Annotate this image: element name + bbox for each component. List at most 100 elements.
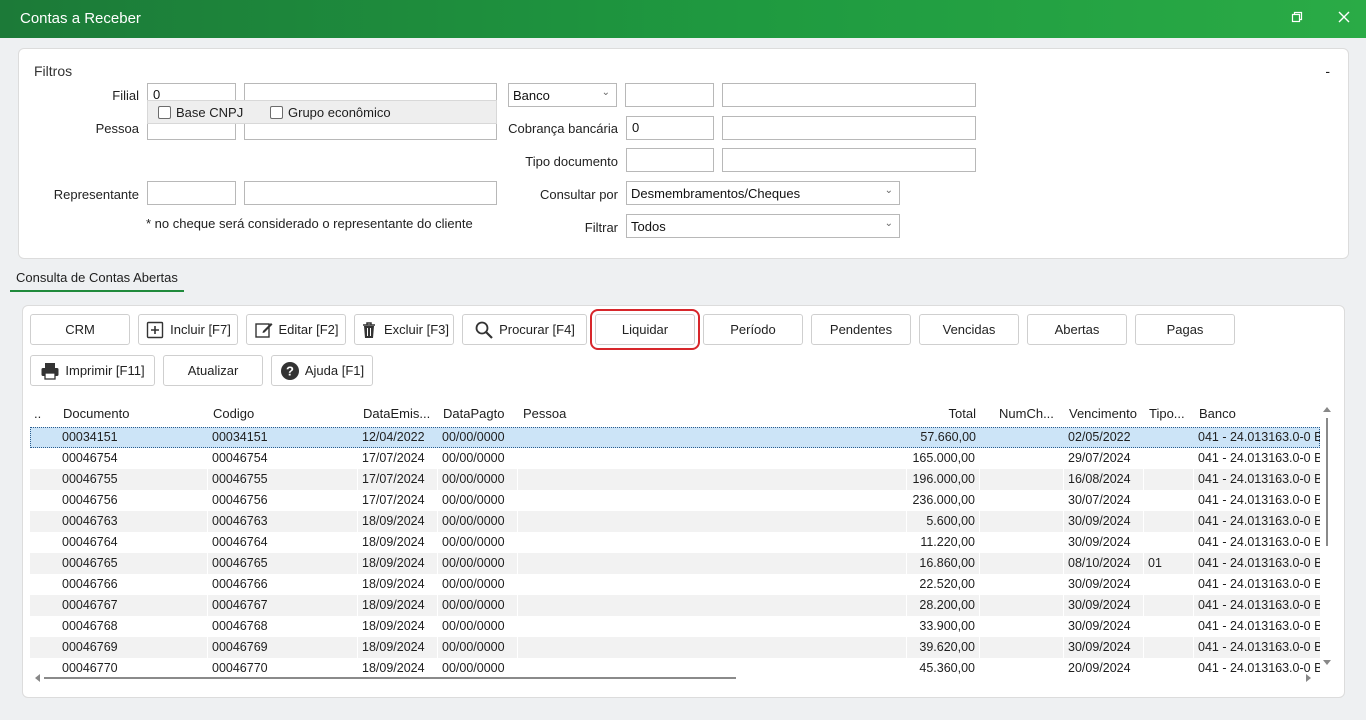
- tab-consulta-contas-abertas[interactable]: Consulta de Contas Abertas: [10, 270, 184, 292]
- cell-codigo: 00046763: [208, 511, 358, 532]
- cell-tipo: [1144, 616, 1194, 637]
- table-row[interactable]: 00046755 00046755 17/07/2024 00/00/0000 196.…: [30, 469, 1320, 490]
- cell-num-cheque: [994, 427, 1064, 448]
- cell-num-cheque: [994, 490, 1064, 511]
- table-row[interactable]: 00046765 00046765 18/09/2024 00/00/0000 16.8…: [30, 553, 1320, 574]
- vertical-scrollbar[interactable]: [1321, 402, 1333, 672]
- cell-tipo: [1144, 448, 1194, 469]
- incluir-button[interactable]: Incluir [F7]: [138, 314, 238, 345]
- column-header-data-emissao[interactable]: DataEmis...: [359, 402, 439, 426]
- table-row[interactable]: 00046768 00046768 18/09/2024 00/00/0000 33.9…: [30, 616, 1320, 637]
- cell-data-emissao: 18/09/2024: [358, 574, 438, 595]
- representante-name-input[interactable]: [244, 181, 497, 205]
- cobranca-code-input[interactable]: 0: [626, 116, 714, 140]
- column-header-pessoa[interactable]: Pessoa: [519, 402, 908, 426]
- cell-num-cheque: [994, 511, 1064, 532]
- banco-code-input[interactable]: [625, 83, 714, 107]
- base-cnpj-checkbox[interactable]: Base CNPJ: [158, 105, 243, 120]
- collapse-button[interactable]: -: [1325, 63, 1330, 79]
- chevron-down-icon: ⌄: [884, 185, 893, 196]
- cell-vencimento: 02/05/2022: [1068, 430, 1131, 444]
- tipo-documento-code-input[interactable]: [626, 148, 714, 172]
- cell-tipo: [1144, 532, 1194, 553]
- table-row[interactable]: 00046767 00046767 18/09/2024 00/00/0000 28.2…: [30, 595, 1320, 616]
- column-header-total[interactable]: Total: [893, 402, 980, 426]
- cell-num-cheque: [994, 616, 1064, 637]
- banco-select[interactable]: Banco ⌄: [508, 83, 617, 107]
- cell-pessoa: [518, 427, 907, 448]
- cell-drag: [30, 427, 44, 448]
- column-header-vencimento[interactable]: Vencimento: [1065, 402, 1145, 426]
- consultar-por-value: Desmembramentos/Cheques: [631, 186, 801, 201]
- liquidar-button[interactable]: Liquidar: [590, 309, 700, 350]
- close-icon[interactable]: [1333, 8, 1355, 30]
- cell-data-emissao: 12/04/2022: [362, 430, 425, 444]
- tipo-documento-name-input[interactable]: [722, 148, 976, 172]
- column-header-banco[interactable]: Banco: [1195, 402, 1320, 426]
- procurar-label: Procurar [F4]: [499, 322, 575, 337]
- cell-data-emissao: 18/09/2024: [358, 553, 438, 574]
- cobranca-name-input[interactable]: [722, 116, 976, 140]
- column-header-tipo[interactable]: Tipo...: [1145, 402, 1195, 426]
- table-row[interactable]: 00046763 00046763 18/09/2024 00/00/0000 5.60…: [30, 511, 1320, 532]
- grupo-economico-checkbox[interactable]: Grupo econômico: [270, 105, 391, 120]
- atualizar-button[interactable]: Atualizar: [163, 355, 263, 386]
- cell-data-pagto: 00/00/0000: [438, 574, 518, 595]
- cell-total: 39.620,00: [893, 637, 980, 658]
- vencidas-button[interactable]: Vencidas: [919, 314, 1019, 345]
- cell-total: 33.900,00: [893, 616, 980, 637]
- imprimir-button[interactable]: Imprimir [F11]: [30, 355, 155, 386]
- cell-total: 57.660,00: [920, 430, 976, 444]
- column-header-drag[interactable]: ..: [30, 402, 44, 426]
- cell-data-pagto: 00/00/0000: [438, 616, 518, 637]
- horizontal-scrollbar[interactable]: [30, 672, 1320, 684]
- cell-num-cheque: [994, 553, 1064, 574]
- filtrar-value: Todos: [631, 219, 666, 234]
- cell-vencimento: 30/09/2024: [1064, 595, 1144, 616]
- edit-icon: [254, 322, 273, 338]
- column-header-data-pagto[interactable]: DataPagto: [439, 402, 519, 426]
- cell-total: 5.600,00: [893, 511, 980, 532]
- cell-data-emissao: 18/09/2024: [358, 511, 438, 532]
- cell-data-emissao: 18/09/2024: [358, 637, 438, 658]
- ajuda-button[interactable]: ? Ajuda [F1]: [271, 355, 373, 386]
- filtrar-select[interactable]: Todos ⌄: [626, 214, 900, 238]
- cell-data-emissao: 18/09/2024: [358, 532, 438, 553]
- representante-code-input[interactable]: [147, 181, 236, 205]
- table-row[interactable]: 00046769 00046769 18/09/2024 00/00/0000 39.6…: [30, 637, 1320, 658]
- column-header-num-cheque[interactable]: NumCh...: [995, 402, 1065, 426]
- procurar-button[interactable]: Procurar [F4]: [462, 314, 587, 345]
- cell-codigo: 00046767: [208, 595, 358, 616]
- cell-tipo: [1144, 595, 1194, 616]
- banco-name-input[interactable]: [722, 83, 976, 107]
- excluir-label: Excluir [F3]: [383, 322, 449, 337]
- periodo-button[interactable]: Período: [703, 314, 803, 345]
- vencidas-label: Vencidas: [942, 322, 996, 337]
- table-row[interactable]: 00046766 00046766 18/09/2024 00/00/0000 22.5…: [30, 574, 1320, 595]
- column-header-codigo[interactable]: Codigo: [209, 402, 359, 426]
- cell-banco: 041 - 24.013163.0-0 BA: [1198, 493, 1320, 507]
- table-row[interactable]: 00034151 00034151 12/04/2022 00/00/0000 57.6…: [30, 427, 1320, 448]
- table-row[interactable]: 00046754 00046754 17/07/2024 00/00/0000 165.…: [30, 448, 1320, 469]
- cell-tipo: [1144, 490, 1194, 511]
- editar-button[interactable]: Editar [F2]: [246, 314, 346, 345]
- table-row[interactable]: 00046764 00046764 18/09/2024 00/00/0000 11.2…: [30, 532, 1320, 553]
- column-header-documento[interactable]: Documento: [59, 402, 209, 426]
- crm-button[interactable]: CRM: [30, 314, 130, 345]
- consultar-por-select[interactable]: Desmembramentos/Cheques ⌄: [626, 181, 900, 205]
- chevron-down-icon: ⌄: [601, 87, 610, 98]
- pendentes-button[interactable]: Pendentes: [811, 314, 911, 345]
- table-row[interactable]: 00046756 00046756 17/07/2024 00/00/0000 236.…: [30, 490, 1320, 511]
- cell-pessoa: [518, 532, 907, 553]
- cell-data-pagto: 00/00/0000: [438, 511, 518, 532]
- pessoa-label: Pessoa: [95, 121, 139, 136]
- pagas-button[interactable]: Pagas: [1135, 314, 1235, 345]
- pagas-label: Pagas: [1166, 322, 1204, 337]
- cell-banco: 041 - 24.013163.0-0 BA: [1198, 619, 1320, 633]
- cell-banco: 041 - 24.013163.0-0 BA: [1198, 514, 1320, 528]
- excluir-button[interactable]: Excluir [F3]: [354, 314, 454, 345]
- restore-icon[interactable]: [1286, 8, 1308, 30]
- cell-banco: 041 - 24.013163.0-0 BA: [1198, 535, 1320, 549]
- abertas-button[interactable]: Abertas: [1027, 314, 1127, 345]
- tipo-documento-label: Tipo documento: [525, 154, 618, 169]
